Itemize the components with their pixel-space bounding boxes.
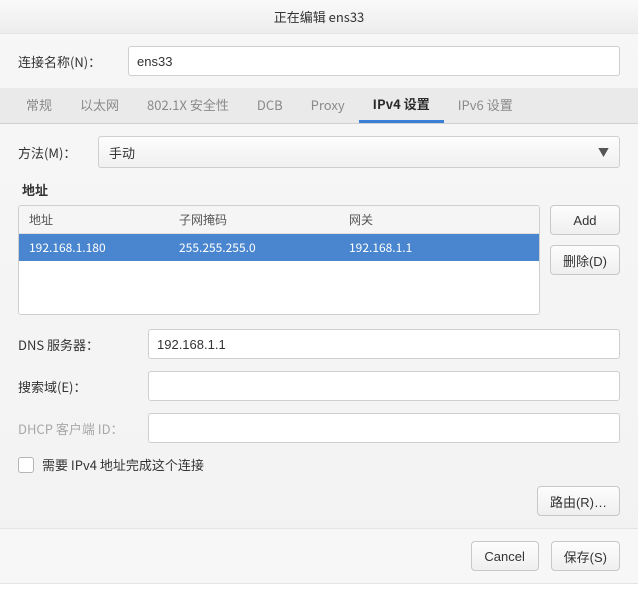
dns-label: DNS 服务器： <box>18 335 148 354</box>
connection-name-input[interactable] <box>128 46 620 76</box>
addresses-section-label: 地址 <box>22 180 620 199</box>
addresses-table-header: 地址 子网掩码 网关 <box>19 206 539 234</box>
addresses-header-netmask: 子网掩码 <box>169 206 339 233</box>
dhcp-client-id-input <box>148 413 620 443</box>
connection-name-label: 连接名称(N)： <box>18 52 128 71</box>
routes-row: 路由(R)… <box>18 486 620 516</box>
chevron-down-icon: ▼ <box>598 144 609 160</box>
require-ipv4-label: 需要 IPv4 地址完成这个连接 <box>42 455 204 474</box>
window-title: 正在编辑 ens33 <box>0 0 638 34</box>
tab-ipv4-settings[interactable]: IPv4 设置 <box>359 87 444 123</box>
tab-8021x-security[interactable]: 802.1X 安全性 <box>133 87 243 123</box>
tab-proxy[interactable]: Proxy <box>297 87 359 123</box>
method-select[interactable]: 手动 ▼ <box>98 136 620 168</box>
tab-bar: 常规 以太网 802.1X 安全性 DCB Proxy IPv4 设置 IPv6… <box>0 88 638 124</box>
dns-row: DNS 服务器： <box>18 329 620 359</box>
addresses-header-gateway: 网关 <box>339 206 539 233</box>
add-button[interactable]: Add <box>550 205 620 235</box>
tab-ipv6-settings[interactable]: IPv6 设置 <box>444 87 527 123</box>
dns-input[interactable] <box>148 329 620 359</box>
addresses-buttons: Add 删除(D) <box>550 205 620 315</box>
table-row[interactable]: 192.168.1.180 255.255.255.0 192.168.1.1 <box>19 234 539 261</box>
dhcp-client-id-row: DHCP 客户端 ID： <box>18 413 620 443</box>
routes-button[interactable]: 路由(R)… <box>537 486 620 516</box>
save-button[interactable]: 保存(S) <box>551 541 620 571</box>
addresses-header-address: 地址 <box>19 206 169 233</box>
dialog-window: 正在编辑 ens33 连接名称(N)： 常规 以太网 802.1X 安全性 DC… <box>0 0 638 584</box>
dialog-body: 连接名称(N)： 常规 以太网 802.1X 安全性 DCB Proxy IPv… <box>0 34 638 528</box>
method-select-value: 手动 <box>109 143 135 162</box>
tab-general[interactable]: 常规 <box>12 87 66 123</box>
search-domains-row: 搜索域(E)： <box>18 371 620 401</box>
search-domains-label: 搜索域(E)： <box>18 377 148 396</box>
connection-name-row: 连接名称(N)： <box>18 46 620 76</box>
addresses-table[interactable]: 地址 子网掩码 网关 192.168.1.180 255.255.255.0 1… <box>18 205 540 315</box>
require-ipv4-checkbox[interactable] <box>18 457 34 473</box>
cell-netmask: 255.255.255.0 <box>169 234 339 261</box>
tab-dcb[interactable]: DCB <box>243 87 297 123</box>
cell-gateway: 192.168.1.1 <box>339 234 539 261</box>
delete-button[interactable]: 删除(D) <box>550 245 620 275</box>
method-row: 方法(M)： 手动 ▼ <box>18 136 620 168</box>
method-label: 方法(M)： <box>18 143 98 162</box>
require-ipv4-row: 需要 IPv4 地址完成这个连接 <box>18 455 620 474</box>
dialog-footer: Cancel 保存(S) <box>0 528 638 583</box>
dhcp-client-id-label: DHCP 客户端 ID： <box>18 419 148 438</box>
cell-address: 192.168.1.180 <box>19 234 169 261</box>
cancel-button[interactable]: Cancel <box>471 541 539 571</box>
tab-ethernet[interactable]: 以太网 <box>66 87 133 123</box>
search-domains-input[interactable] <box>148 371 620 401</box>
addresses-area: 地址 子网掩码 网关 192.168.1.180 255.255.255.0 1… <box>18 205 620 315</box>
